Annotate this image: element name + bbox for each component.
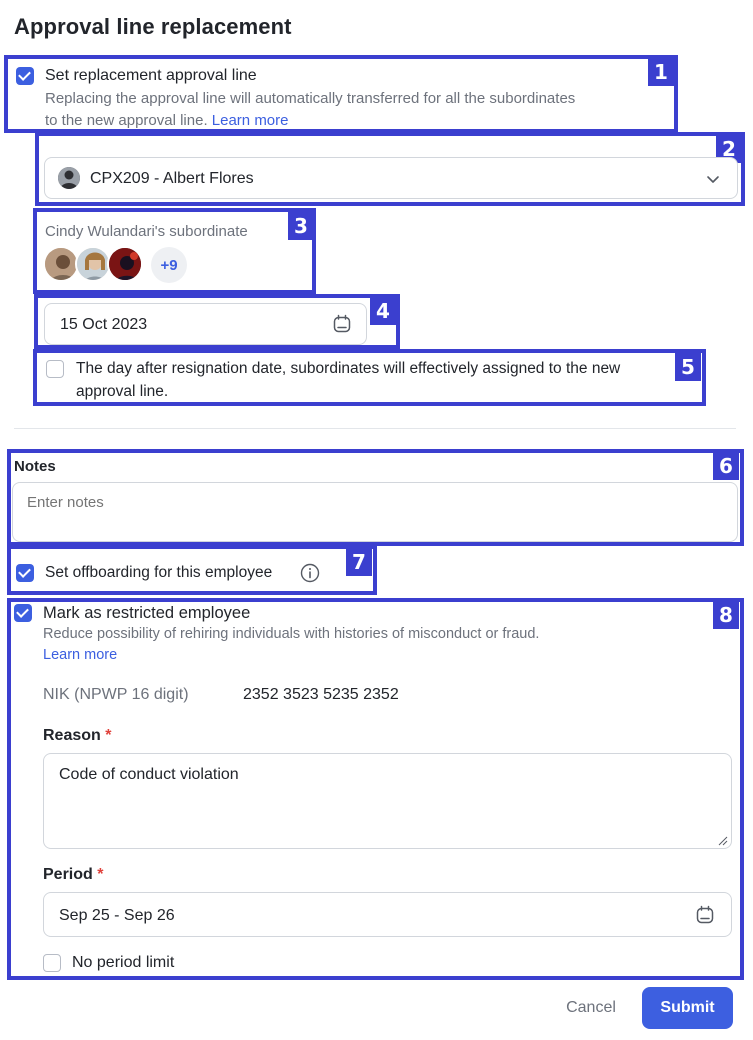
- period-calendar-icon: [696, 905, 714, 924]
- offboarding-checkbox[interactable]: [16, 564, 34, 582]
- nik-value: 2352 3523 5235 2352: [243, 686, 399, 703]
- no-period-label: No period limit: [72, 954, 175, 971]
- period-value: Sep 25 - Sep 26: [59, 907, 175, 924]
- no-period-checkbox[interactable]: [43, 954, 61, 972]
- info-icon[interactable]: [300, 563, 320, 583]
- day-after-checkbox[interactable]: [46, 360, 64, 378]
- restricted-label: Mark as restricted employee: [43, 604, 251, 622]
- period-label-text: Period: [43, 866, 93, 883]
- approver-avatar-image: [58, 167, 80, 189]
- reason-label-text: Reason: [43, 727, 101, 744]
- chevron-down-icon: [707, 176, 719, 183]
- annotation-badge-1: 1: [648, 58, 674, 86]
- offboarding-label: Set offboarding for this employee: [45, 564, 273, 581]
- annotation-badge-4: 4: [370, 297, 396, 325]
- restricted-learn-more-link[interactable]: Learn more: [43, 647, 117, 663]
- subordinates-more-count: +9: [160, 256, 178, 274]
- day-after-label: The day after resignation date, subordin…: [76, 360, 621, 377]
- submit-button[interactable]: Submit: [642, 987, 733, 1029]
- effective-date-input[interactable]: 15 Oct 2023: [44, 303, 367, 345]
- effective-date-value: 15 Oct 2023: [60, 316, 148, 333]
- subordinate-avatar-1: [43, 246, 79, 282]
- period-label: Period *: [43, 866, 103, 884]
- page-title: Approval line replacement: [14, 14, 292, 39]
- resize-handle-icon[interactable]: [718, 836, 728, 846]
- replacement-description-line2: to the new approval line. Learn more: [45, 112, 289, 129]
- reason-value: Code of conduct violation: [59, 766, 239, 783]
- approver-select-value: CPX209 - Albert Flores: [90, 170, 254, 187]
- period-input[interactable]: Sep 25 - Sep 26: [43, 892, 732, 937]
- cancel-button[interactable]: Cancel: [560, 987, 622, 1029]
- annotation-badge-5: 5: [675, 353, 701, 381]
- replacement-description-text: to the new approval line.: [45, 112, 208, 129]
- reason-input[interactable]: Code of conduct violation: [43, 753, 732, 849]
- notes-label: Notes: [14, 458, 56, 475]
- restricted-description: Reduce possibility of rehiring individua…: [43, 626, 540, 642]
- subordinates-more-badge[interactable]: +9: [151, 247, 187, 283]
- subordinate-avatar-2: [75, 246, 111, 282]
- approver-select[interactable]: CPX209 - Albert Flores: [44, 157, 738, 199]
- annotation-badge-6: 6: [713, 452, 739, 480]
- nik-label: NIK (NPWP 16 digit): [43, 686, 189, 703]
- day-after-label-line2: approval line.: [76, 383, 169, 400]
- reason-label: Reason *: [43, 727, 111, 745]
- replacement-checkbox-label: Set replacement approval line: [45, 67, 257, 84]
- subordinates-label: Cindy Wulandari's subordinate: [45, 223, 248, 240]
- calendar-icon: [333, 314, 351, 333]
- annotation-badge-8: 8: [713, 601, 739, 629]
- annotation-badge-7: 7: [346, 548, 372, 576]
- period-required-mark: *: [97, 866, 104, 883]
- replacement-description: Replacing the approval line will automat…: [45, 90, 576, 107]
- approver-avatar: [58, 167, 80, 189]
- subordinate-avatar-3: [107, 246, 143, 282]
- annotation-badge-3: 3: [288, 212, 314, 240]
- replacement-learn-more-link[interactable]: Learn more: [212, 112, 289, 129]
- section-divider: [14, 428, 736, 429]
- notes-input[interactable]: [12, 482, 738, 542]
- replacement-checkbox[interactable]: [16, 67, 34, 85]
- reason-required-mark: *: [105, 727, 112, 744]
- restricted-checkbox[interactable]: [14, 604, 32, 622]
